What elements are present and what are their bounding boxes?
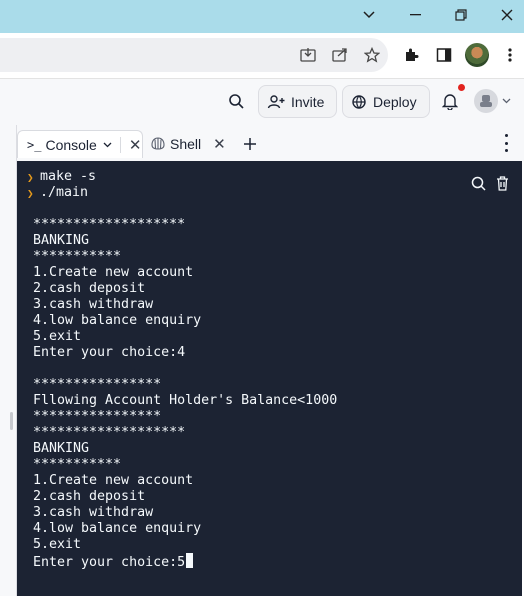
output-line: BANKING xyxy=(33,441,90,456)
browser-title-bar xyxy=(0,0,524,33)
tab-search-chevron-icon[interactable] xyxy=(346,0,392,30)
add-user-icon xyxy=(267,94,285,110)
deploy-button[interactable]: Deploy xyxy=(342,85,430,118)
output-line: BANKING xyxy=(33,233,90,248)
output-line: 5.exit xyxy=(33,537,82,552)
left-panel-edge xyxy=(0,125,17,596)
output-line: 3.cash withdraw xyxy=(33,505,154,520)
close-console-tab-icon[interactable]: ✕ xyxy=(129,136,142,154)
search-icon[interactable] xyxy=(224,89,248,113)
clear-console-trash-icon[interactable] xyxy=(491,171,513,195)
restore-icon[interactable] xyxy=(438,0,484,30)
tab-shell[interactable]: Shell ✕ xyxy=(151,130,251,157)
output-line: 1.Create new account xyxy=(33,473,194,488)
output-line: 3.cash withdraw xyxy=(33,297,154,312)
command-line: ./main xyxy=(40,185,89,200)
shell-icon xyxy=(151,137,165,150)
profile-avatar-icon[interactable] xyxy=(465,43,489,67)
input-prompt-line[interactable]: Enter your choice:5 xyxy=(33,553,194,571)
output-line: *********** xyxy=(33,249,122,264)
close-shell-tab-icon[interactable]: ✕ xyxy=(213,135,226,153)
close-window-icon[interactable] xyxy=(484,0,524,30)
deploy-globe-icon xyxy=(351,94,367,110)
extensions-icon[interactable] xyxy=(399,43,423,67)
console-search-icon[interactable] xyxy=(467,171,489,195)
output-line: *********** xyxy=(33,457,122,472)
input-prompt-text: Enter your choice:5 xyxy=(33,555,186,570)
output-line: ******************* xyxy=(33,425,186,440)
output-line: 4.low balance enquiry xyxy=(33,313,202,328)
browser-menu-icon[interactable] xyxy=(498,43,522,67)
output-line: 2.cash deposit xyxy=(33,489,146,504)
chevron-down-icon[interactable] xyxy=(103,142,112,148)
side-panel-icon[interactable] xyxy=(432,43,456,67)
invite-button[interactable]: Invite xyxy=(258,85,337,118)
output-line: 4.low balance enquiry xyxy=(33,521,202,536)
output-line: 2.cash deposit xyxy=(33,281,146,296)
text-cursor xyxy=(186,553,194,568)
notifications-bell-icon[interactable] xyxy=(438,89,462,113)
panel-resize-handle[interactable] xyxy=(10,412,13,430)
user-menu[interactable] xyxy=(474,89,514,113)
command-prompt-icon: ❯ xyxy=(27,187,34,200)
bookmark-star-icon[interactable] xyxy=(360,43,384,67)
output-line: Enter your choice:4 xyxy=(33,345,186,360)
tab-shell-label: Shell xyxy=(170,135,202,152)
command-prompt-icon: ❯ xyxy=(27,171,34,184)
tab-console[interactable]: >_ Console ✕ xyxy=(17,130,143,158)
workspace-header: Invite Deploy xyxy=(0,79,524,125)
pane-menu-icon[interactable] xyxy=(498,134,514,152)
share-icon[interactable] xyxy=(328,43,352,67)
output-line: 5.exit xyxy=(33,329,82,344)
output-line: ******************* xyxy=(33,217,186,232)
new-tab-plus-icon[interactable] xyxy=(243,130,259,157)
browser-toolbar xyxy=(0,33,524,79)
output-line: **************** xyxy=(33,409,162,424)
tab-console-label: Console xyxy=(45,136,97,153)
user-avatar-icon xyxy=(474,89,498,113)
output-line: 1.Create new account xyxy=(33,265,194,280)
deploy-label: Deploy xyxy=(373,93,417,110)
command-line: make -s xyxy=(40,169,97,184)
output-line: Fllowing Account Holder's Balance<1000 xyxy=(33,393,338,408)
console-prompt-icon: >_ xyxy=(27,137,42,152)
notification-badge xyxy=(458,84,465,91)
install-app-icon[interactable] xyxy=(296,43,320,67)
chevron-down-icon xyxy=(502,98,511,104)
invite-label: Invite xyxy=(291,93,325,110)
output-line: **************** xyxy=(33,377,162,392)
pane-tab-bar: >_ Console ✕ Shell ✕ xyxy=(17,125,524,161)
minimize-icon[interactable] xyxy=(392,0,438,30)
